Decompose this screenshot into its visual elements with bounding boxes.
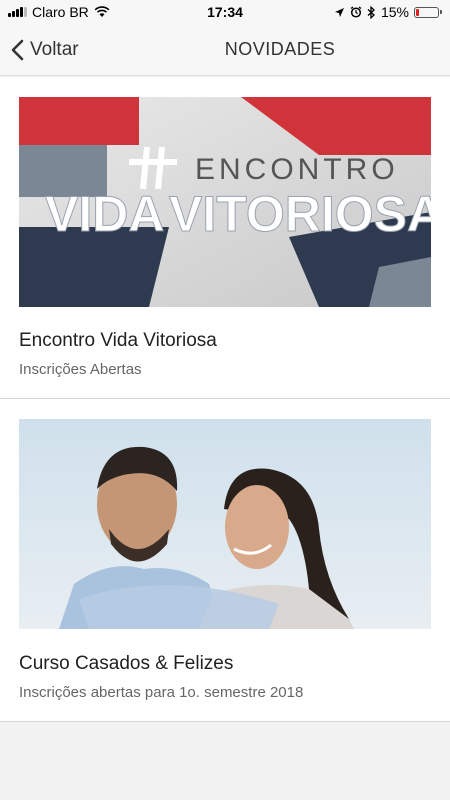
signal-icon <box>8 7 27 17</box>
news-list: ENCONTRO VIDA VITORIOSA Encontro Vida Vi… <box>0 77 450 722</box>
back-label: Voltar <box>30 38 79 60</box>
card-image-casados <box>19 419 431 629</box>
chevron-left-icon <box>11 39 24 60</box>
banner-text-vida: VIDA <box>45 186 164 242</box>
card-image-encontro: ENCONTRO VIDA VITORIOSA <box>19 97 431 307</box>
nav-bar: Voltar NOVIDADES <box>0 24 450 76</box>
wifi-icon <box>94 6 110 17</box>
card-subtitle: Inscrições Abertas <box>19 361 142 378</box>
card-subtitle: Inscrições abertas para 1o. semestre 201… <box>19 684 304 701</box>
status-left: Claro BR <box>8 4 110 20</box>
banner-text-encontro: ENCONTRO <box>195 153 399 186</box>
status-right: 15% <box>334 4 442 20</box>
carrier-label: Claro BR <box>32 4 89 20</box>
battery-fill <box>416 8 420 16</box>
news-card-encontro[interactable]: ENCONTRO VIDA VITORIOSA Encontro Vida Vi… <box>0 77 450 399</box>
battery-percent: 15% <box>380 4 409 20</box>
bluetooth-icon <box>367 5 375 19</box>
banner-text-vitoriosa: VITORIOSA <box>169 186 431 242</box>
news-card-casados[interactable]: Curso Casados & Felizes Inscrições abert… <box>0 399 450 722</box>
couple-photo <box>19 419 431 629</box>
status-bar: Claro BR 17:34 15% <box>0 0 450 24</box>
back-button[interactable]: Voltar <box>0 39 79 61</box>
encontro-banner: ENCONTRO VIDA VITORIOSA <box>19 97 431 307</box>
location-icon <box>334 7 344 17</box>
battery-icon <box>414 6 442 18</box>
alarm-icon <box>350 6 362 18</box>
card-title: Encontro Vida Vitoriosa <box>19 330 217 351</box>
card-title: Curso Casados & Felizes <box>19 653 234 674</box>
